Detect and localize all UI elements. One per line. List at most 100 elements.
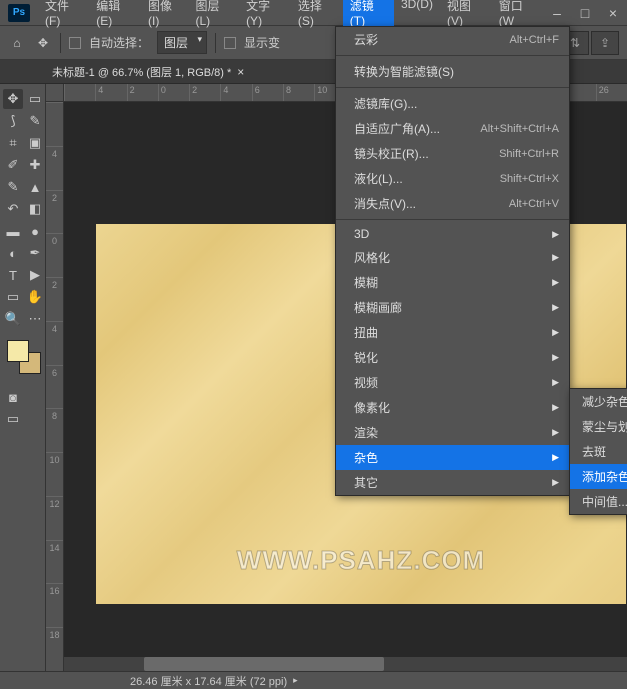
- stamp-tool[interactable]: ▲: [25, 177, 45, 197]
- submenu-arrow-icon: ▶: [552, 427, 559, 438]
- quickmask-tool[interactable]: ◙: [3, 387, 23, 407]
- status-text: 26.46 厘米 x 17.64 厘米 (72 ppi): [130, 673, 287, 689]
- menu-item-label: 滤镜库(G)...: [354, 95, 559, 112]
- submenu-arrow-icon: ▶: [552, 377, 559, 388]
- auto-select-checkbox[interactable]: [69, 37, 81, 49]
- menu-2[interactable]: 图像(I): [141, 0, 188, 32]
- menu-item-label: 模糊: [354, 274, 552, 291]
- eraser-tool[interactable]: ◧: [25, 199, 45, 219]
- show-transform-checkbox[interactable]: [224, 37, 236, 49]
- submenu-item-label: 中间值...: [582, 493, 627, 510]
- menu-item[interactable]: 液化(L)...Shift+Ctrl+X: [336, 166, 569, 191]
- dodge-tool[interactable]: ◐: [3, 243, 23, 263]
- submenu-arrow-icon: ▶: [552, 327, 559, 338]
- menu-item-label: 消失点(V)...: [354, 195, 497, 212]
- menu-item[interactable]: 模糊▶: [336, 270, 569, 295]
- zoom-tool[interactable]: 🔍: [3, 309, 23, 329]
- menu-item[interactable]: 3D▶: [336, 223, 569, 245]
- crop-tool[interactable]: ⌗: [3, 133, 23, 153]
- menu-item[interactable]: 消失点(V)...Alt+Ctrl+V: [336, 191, 569, 216]
- ruler-tick: 8: [46, 408, 63, 452]
- menu-item[interactable]: 渲染▶: [336, 420, 569, 445]
- menu-item[interactable]: 像素化▶: [336, 395, 569, 420]
- menu-0[interactable]: 文件(F): [38, 0, 89, 32]
- lasso-tool[interactable]: ⟆: [3, 111, 23, 131]
- menu-item[interactable]: 模糊画廊▶: [336, 295, 569, 320]
- menu-item[interactable]: 视频▶: [336, 370, 569, 395]
- move-tool[interactable]: ✥: [3, 89, 23, 109]
- submenu-item[interactable]: 减少杂色...: [570, 389, 627, 414]
- menu-item-shortcut: Shift+Ctrl+X: [500, 173, 559, 185]
- ruler-tick: 4: [46, 321, 63, 365]
- menu-item[interactable]: 自适应广角(A)...Alt+Shift+Ctrl+A: [336, 116, 569, 141]
- menu-4[interactable]: 文字(Y): [239, 0, 291, 32]
- share-button[interactable]: ⇪: [591, 31, 619, 55]
- heal-tool[interactable]: ✚: [25, 155, 45, 175]
- menu-3[interactable]: 图层(L): [188, 0, 239, 32]
- menu-item-label: 镜头校正(R)...: [354, 145, 487, 162]
- menu-item-label: 模糊画廊: [354, 299, 552, 316]
- eyedropper-tool[interactable]: ✐: [3, 155, 23, 175]
- ruler-tick: 16: [46, 583, 63, 627]
- filter-menu: 云彩Alt+Ctrl+F 转换为智能滤镜(S) 滤镜库(G)... 自适应广角(A).…: [335, 26, 570, 496]
- quick-select-tool[interactable]: ✎: [25, 111, 45, 131]
- scrollbar-thumb[interactable]: [144, 657, 384, 671]
- show-transform-label: 显示变: [244, 34, 280, 51]
- horizontal-scrollbar[interactable]: [64, 657, 627, 671]
- ruler-tick: 2: [46, 277, 63, 321]
- menu-item-label: 像素化: [354, 399, 552, 416]
- submenu-item[interactable]: 蒙尘与划痕: [570, 414, 627, 439]
- ruler-tick: [46, 102, 63, 146]
- path-select-tool[interactable]: ▶: [25, 265, 45, 285]
- menu-item[interactable]: 锐化▶: [336, 345, 569, 370]
- menu-item-shortcut: Alt+Shift+Ctrl+A: [480, 123, 559, 135]
- menu-item-label: 风格化: [354, 249, 552, 266]
- menu-item-label: 3D: [354, 227, 552, 241]
- menu-item-label: 扭曲: [354, 324, 552, 341]
- ruler-tick: 4: [95, 84, 126, 101]
- menu-1[interactable]: 编辑(E): [89, 0, 141, 32]
- ruler-tick: 14: [46, 540, 63, 584]
- gradient-tool[interactable]: ▬: [3, 221, 23, 241]
- minimize-button[interactable]: –: [543, 3, 571, 23]
- target-dropdown[interactable]: 图层: [157, 31, 207, 54]
- marquee-tool[interactable]: ▭: [25, 89, 45, 109]
- ruler-tick: 18: [46, 627, 63, 671]
- menu-item[interactable]: 风格化▶: [336, 245, 569, 270]
- ruler-tick: 2: [189, 84, 220, 101]
- maximize-button[interactable]: □: [571, 3, 599, 23]
- history-brush-tool[interactable]: ↶: [3, 199, 23, 219]
- menu-item[interactable]: 杂色▶: [336, 445, 569, 470]
- close-button[interactable]: ×: [599, 3, 627, 23]
- hand-tool[interactable]: ✋: [25, 287, 45, 307]
- submenu-item[interactable]: 中间值...: [570, 489, 627, 514]
- foreground-swatch[interactable]: [7, 340, 29, 362]
- menu-item[interactable]: 扭曲▶: [336, 320, 569, 345]
- move-tool-icon[interactable]: ✥: [34, 34, 52, 52]
- submenu-arrow-icon: ▶: [552, 229, 559, 240]
- close-tab-icon[interactable]: ×: [237, 65, 244, 79]
- menu-item[interactable]: 转换为智能滤镜(S): [336, 59, 569, 84]
- brush-tool[interactable]: ✎: [3, 177, 23, 197]
- menu-item[interactable]: 云彩Alt+Ctrl+F: [336, 27, 569, 52]
- submenu-arrow-icon: ▶: [552, 252, 559, 263]
- type-tool[interactable]: T: [3, 265, 23, 285]
- pen-tool[interactable]: ✒: [25, 243, 45, 263]
- menu-item-label: 云彩: [354, 31, 497, 48]
- ruler-tick: 26: [596, 84, 627, 101]
- frame-tool[interactable]: ▣: [25, 133, 45, 153]
- submenu-item[interactable]: 添加杂色...: [570, 464, 627, 489]
- menu-item[interactable]: 镜头校正(R)...Shift+Ctrl+R: [336, 141, 569, 166]
- submenu-arrow-icon: ▶: [552, 352, 559, 363]
- blur-tool[interactable]: ●: [25, 221, 45, 241]
- screenmode-tool[interactable]: ▭: [3, 409, 23, 429]
- shape-tool[interactable]: ▭: [3, 287, 23, 307]
- menu-item[interactable]: 其它▶: [336, 470, 569, 495]
- submenu-item[interactable]: 去斑: [570, 439, 627, 464]
- extra-tool[interactable]: ⋯: [25, 309, 45, 329]
- window-controls: – □ ×: [543, 3, 627, 23]
- home-icon[interactable]: ⌂: [8, 34, 26, 52]
- document-tab[interactable]: 未标题-1 @ 66.7% (图层 1, RGB/8) * ×: [44, 61, 252, 83]
- ruler-tick: 6: [46, 365, 63, 409]
- menu-item[interactable]: 滤镜库(G)...: [336, 91, 569, 116]
